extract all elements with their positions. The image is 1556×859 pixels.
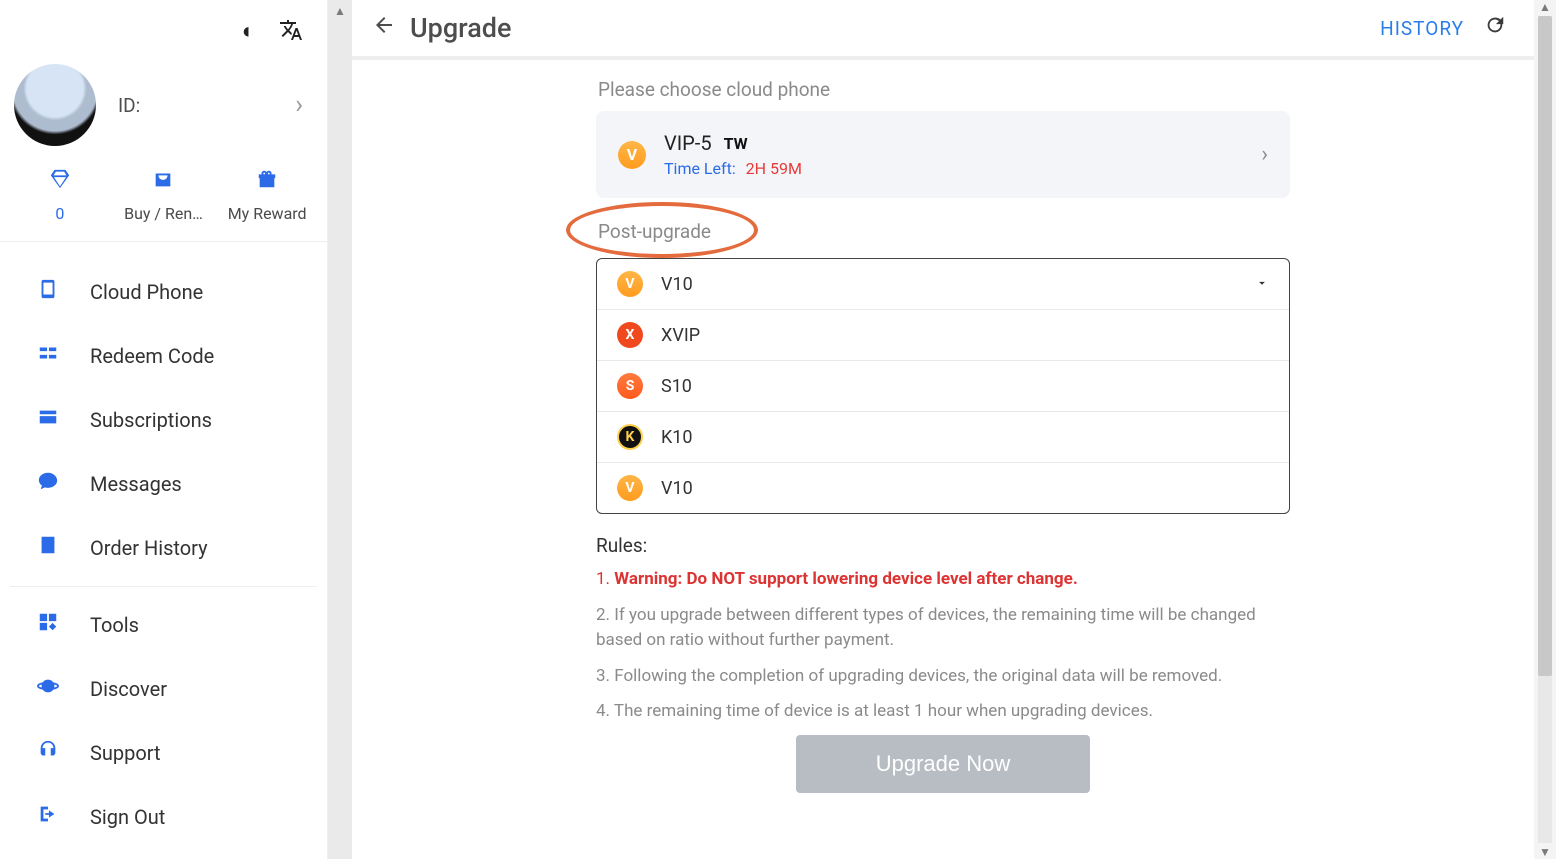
diamond-icon	[49, 168, 71, 196]
option-label: V10	[661, 478, 693, 499]
rules-title: Rules:	[596, 534, 1290, 557]
profile-id-label: ID:	[118, 94, 140, 117]
chevron-right-icon: ›	[295, 90, 313, 120]
selected-phone-card[interactable]: V VIP-5 TW Time Left: 2H 59M ›	[596, 111, 1290, 198]
sidebar-item-cloud-phone[interactable]: Cloud Phone	[0, 260, 327, 324]
page-title: Upgrade	[410, 12, 511, 44]
v-badge-icon: V	[618, 141, 646, 169]
buy-renew-label: Buy / Ren…	[124, 204, 203, 223]
sidebar-item-label: Order History	[90, 536, 208, 560]
refresh-button[interactable]	[1484, 14, 1506, 42]
option-badge-icon: V	[617, 475, 643, 501]
diamonds-count: 0	[55, 204, 64, 223]
scroll-up-icon: ▲	[1539, 0, 1551, 14]
sidebar-item-label: Discover	[90, 677, 167, 701]
history-link[interactable]: HISTORY	[1380, 17, 1464, 40]
upgrade-option-s10[interactable]: S S10	[597, 360, 1289, 411]
post-upgrade-label: Post-upgrade	[598, 220, 711, 243]
rule-4: 4. The remaining time of device is at le…	[596, 699, 1290, 725]
chevron-right-icon: ›	[1261, 142, 1268, 167]
rule-2: 2. If you upgrade between different type…	[596, 603, 1290, 654]
tools-icon	[34, 611, 62, 639]
planet-icon	[34, 675, 62, 703]
sidebar-item-label: Cloud Phone	[90, 280, 203, 304]
phone-icon	[34, 278, 62, 306]
upgrade-option-k10[interactable]: K K10	[597, 411, 1289, 462]
chat-icon	[34, 470, 62, 498]
my-reward-label: My Reward	[228, 204, 307, 223]
upgrade-option-xvip[interactable]: X XVIP	[597, 309, 1289, 360]
sidebar-item-order-history[interactable]: Order History	[0, 516, 327, 580]
support-icon	[34, 739, 62, 767]
main-header: Upgrade HISTORY	[352, 0, 1534, 60]
profile-row[interactable]: ID: ›	[0, 60, 327, 164]
option-label: V10	[661, 274, 693, 295]
sign-out-icon	[34, 803, 62, 831]
sidebar-item-redeem-code[interactable]: Redeem Code	[0, 324, 327, 388]
avatar	[14, 64, 96, 146]
sidebar-item-discover[interactable]: Discover	[0, 657, 327, 721]
gift-icon	[256, 168, 278, 196]
option-label: K10	[661, 427, 693, 448]
buy-renew-button[interactable]: Buy / Ren…	[112, 168, 215, 223]
option-label: XVIP	[661, 325, 700, 346]
sidebar-item-sign-out[interactable]: Sign Out	[0, 785, 327, 849]
main-scrollbar[interactable]: ▲ ▼	[1534, 0, 1556, 859]
option-badge-icon: V	[617, 271, 643, 297]
scroll-down-icon: ▼	[1539, 845, 1551, 859]
time-left-value: 2H 59M	[746, 159, 802, 178]
option-badge-icon: K	[617, 424, 643, 450]
upgrade-now-button[interactable]: Upgrade Now	[796, 735, 1091, 793]
card-icon	[34, 406, 62, 434]
sidebar: ◐ ID: › 0 Buy / Ren… My Reward	[0, 0, 328, 859]
rule-3: 3. Following the completion of upgrading…	[596, 664, 1290, 690]
sidebar-item-support[interactable]: Support	[0, 721, 327, 785]
language-icon[interactable]	[279, 18, 303, 48]
option-label: S10	[661, 376, 692, 397]
sidebar-item-label: Sign Out	[90, 805, 165, 829]
phone-region-tag: TW	[724, 134, 748, 153]
post-upgrade-select: V V10 X XVIP S S10 K K10 V V10	[596, 258, 1290, 514]
sidebar-item-subscriptions[interactable]: Subscriptions	[0, 388, 327, 452]
my-reward-button[interactable]: My Reward	[216, 168, 319, 223]
sidebar-item-label: Tools	[90, 613, 139, 637]
diamonds-button[interactable]: 0	[9, 168, 112, 223]
sidebar-item-label: Subscriptions	[90, 408, 212, 432]
bag-icon	[152, 168, 174, 196]
phone-name: VIP-5	[664, 131, 712, 155]
rule-1: 1. Warning: Do NOT support lowering devi…	[596, 567, 1290, 593]
option-badge-icon: X	[617, 322, 643, 348]
sidebar-item-messages[interactable]: Messages	[0, 452, 327, 516]
ticket-icon	[34, 342, 62, 370]
choose-cloud-phone-label: Please choose cloud phone	[598, 78, 1290, 101]
theme-toggle-icon[interactable]: ◐	[242, 18, 255, 48]
time-left-label: Time Left:	[664, 159, 736, 178]
option-badge-icon: S	[617, 373, 643, 399]
sidebar-item-label: Support	[90, 741, 161, 765]
sidebar-item-label: Redeem Code	[90, 344, 214, 368]
document-icon	[34, 534, 62, 562]
chevron-down-icon	[1255, 275, 1269, 294]
upgrade-option-v10[interactable]: V V10	[597, 462, 1289, 513]
upgrade-option-v10[interactable]: V V10	[597, 259, 1289, 309]
sidebar-item-tools[interactable]: Tools	[0, 593, 327, 657]
sidebar-scrollbar[interactable]: ▲	[328, 0, 352, 859]
sidebar-item-label: Messages	[90, 472, 182, 496]
main-area: Upgrade HISTORY Please choose cloud phon…	[352, 0, 1534, 859]
back-button[interactable]	[372, 13, 410, 43]
nav-list: Cloud Phone Redeem Code Subscriptions Me…	[0, 242, 327, 849]
scroll-up-icon: ▲	[334, 4, 346, 18]
